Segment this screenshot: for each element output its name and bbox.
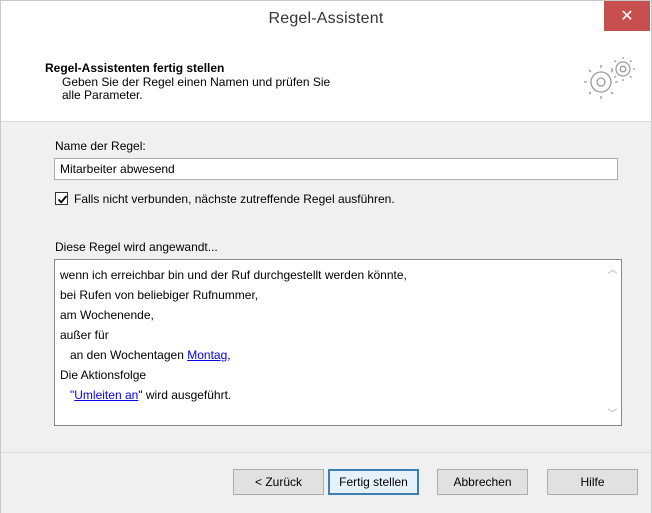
gears-icon xyxy=(584,57,635,99)
rule-applied-label: Diese Regel wird angewandt... xyxy=(55,240,218,254)
rule-summary-scrollbar[interactable]: ︿ ﹀ xyxy=(604,260,621,425)
rule-line: Die Aktionsfolge xyxy=(60,368,147,382)
title-bar: Regel-Assistent ✕ xyxy=(1,1,651,39)
rule-line-weekdays: an den Wochentagen Montag, xyxy=(60,345,407,365)
weekdays-suffix: , xyxy=(227,348,231,362)
action-suffix: " wird ausgeführt. xyxy=(138,388,232,402)
chevron-down-icon[interactable]: ﹀ xyxy=(604,406,621,423)
close-icon: ✕ xyxy=(620,6,634,25)
back-button[interactable]: < Zurück xyxy=(233,469,324,495)
finish-button[interactable]: Fertig stellen xyxy=(328,469,419,495)
wizard-content: Name der Regel: Falls nicht verbunden, n… xyxy=(1,122,651,452)
continue-rule-label: Falls nicht verbunden, nächste zutreffen… xyxy=(74,192,395,206)
rule-line: bei Rufen von beliebiger Rufnummer, xyxy=(60,288,259,302)
rule-line-action: "Umleiten an" wird ausgeführt. xyxy=(60,385,407,405)
help-button[interactable]: Hilfe xyxy=(547,469,638,495)
monday-link[interactable]: Montag xyxy=(187,348,227,362)
checkmark-icon xyxy=(57,195,68,204)
header-title: Regel-Assistenten fertig stellen xyxy=(45,61,225,75)
rule-line: wenn ich erreichbar bin und der Ruf durc… xyxy=(60,268,407,282)
chevron-up-icon[interactable]: ︿ xyxy=(604,262,621,279)
wizard-header: Regel-Assistenten fertig stellen Geben S… xyxy=(1,39,651,122)
window-title: Regel-Assistent xyxy=(268,10,384,27)
cancel-button[interactable]: Abbrechen xyxy=(437,469,528,495)
rule-name-input[interactable] xyxy=(54,158,618,180)
wizard-window: Regel-Assistent ✕ Regel-Assistenten fert… xyxy=(0,0,652,513)
rule-name-label: Name der Regel: xyxy=(55,139,146,153)
close-button[interactable]: ✕ xyxy=(604,1,650,31)
weekdays-prefix: an den Wochentagen xyxy=(70,348,188,362)
header-description: Geben Sie der Regel einen Namen und prüf… xyxy=(62,75,331,102)
rule-line: außer für xyxy=(60,328,109,342)
forward-to-link[interactable]: Umleiten an xyxy=(74,388,138,402)
rule-summary-box[interactable]: wenn ich erreichbar bin und der Ruf durc… xyxy=(54,259,622,426)
rule-line: am Wochenende, xyxy=(60,308,154,322)
continue-rule-checkbox[interactable] xyxy=(55,192,68,205)
rule-summary-text: wenn ich erreichbar bin und der Ruf durc… xyxy=(60,265,407,405)
wizard-footer: < Zurück Fertig stellen Abbrechen Hilfe xyxy=(1,452,651,513)
